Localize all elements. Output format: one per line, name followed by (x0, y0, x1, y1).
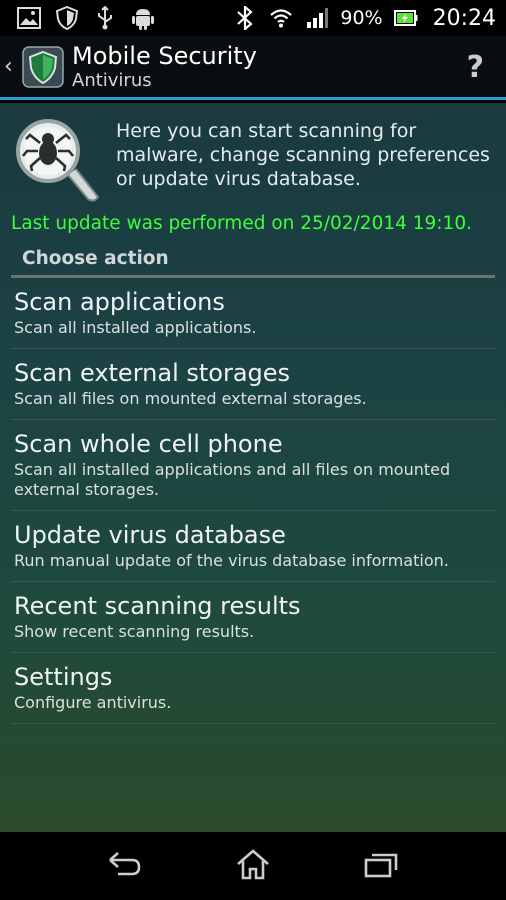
menu-item-scan-external-storages[interactable]: Scan external storages Scan all files on… (11, 349, 495, 420)
menu-item-title: Update virus database (14, 521, 286, 549)
menu-item-settings[interactable]: Settings Configure antivirus. (11, 653, 495, 724)
menu-item-title: Recent scanning results (14, 592, 301, 620)
up-navigation-icon[interactable]: ‹ (4, 54, 18, 79)
app-logo[interactable] (20, 44, 66, 90)
menu-item-title: Scan applications (14, 288, 225, 316)
menu-item-description: Scan all installed applications and all … (14, 460, 451, 499)
battery-icon (393, 5, 419, 31)
menu-item-description: Show recent scanning results. (14, 622, 255, 641)
recent-apps-button[interactable] (354, 838, 410, 894)
section-header: Choose action (11, 248, 495, 278)
shield-icon (54, 5, 80, 31)
gallery-icon (16, 5, 42, 31)
battery-percent: 90% (340, 7, 383, 29)
recent-apps-icon (364, 850, 400, 882)
status-notifications (16, 5, 156, 31)
action-menu: Scan applications Scan all installed app… (11, 278, 495, 724)
bluetooth-icon (232, 5, 258, 31)
usb-icon (92, 5, 118, 31)
status-system: 90% 20:24 (232, 5, 496, 31)
navigation-bar (0, 832, 506, 900)
menu-item-title: Scan whole cell phone (14, 430, 283, 458)
back-button[interactable] (96, 838, 152, 894)
menu-item-scan-whole-cell-phone[interactable]: Scan whole cell phone Scan all installed… (11, 420, 495, 511)
action-bar: ‹ Mobile Security Antivirus ? (0, 36, 506, 100)
menu-item-title: Scan external storages (14, 359, 291, 387)
menu-item-description: Run manual update of the virus database … (14, 551, 449, 570)
menu-item-scan-applications[interactable]: Scan applications Scan all installed app… (11, 278, 495, 349)
title-block: Mobile Security Antivirus (72, 42, 257, 92)
main-content: Here you can start scanning for malware,… (0, 103, 506, 832)
app-title: Mobile Security (72, 41, 257, 70)
intro-section: Here you can start scanning for malware,… (0, 103, 506, 209)
menu-item-description: Scan all files on mounted external stora… (14, 389, 367, 408)
menu-item-title: Settings (14, 663, 113, 691)
signal-icon (304, 5, 330, 31)
intro-text: Here you can start scanning for malware,… (116, 120, 490, 190)
android-icon (130, 5, 156, 31)
back-icon (106, 850, 142, 882)
menu-item-description: Scan all installed applications. (14, 318, 257, 337)
help-button[interactable]: ? (467, 50, 484, 85)
home-icon (235, 848, 271, 884)
status-bar: 90% 20:24 (0, 0, 506, 36)
last-update-status: Last update was performed on 25/02/2014 … (11, 213, 472, 234)
wifi-icon (268, 5, 294, 31)
app-subtitle: Antivirus (72, 69, 152, 91)
home-button[interactable] (225, 838, 281, 894)
magnifier-bug-icon (10, 113, 106, 209)
menu-item-recent-scanning-results[interactable]: Recent scanning results Show recent scan… (11, 582, 495, 653)
clock: 20:24 (432, 5, 496, 31)
menu-item-description: Configure antivirus. (14, 693, 172, 712)
menu-item-update-virus-database[interactable]: Update virus database Run manual update … (11, 511, 495, 582)
